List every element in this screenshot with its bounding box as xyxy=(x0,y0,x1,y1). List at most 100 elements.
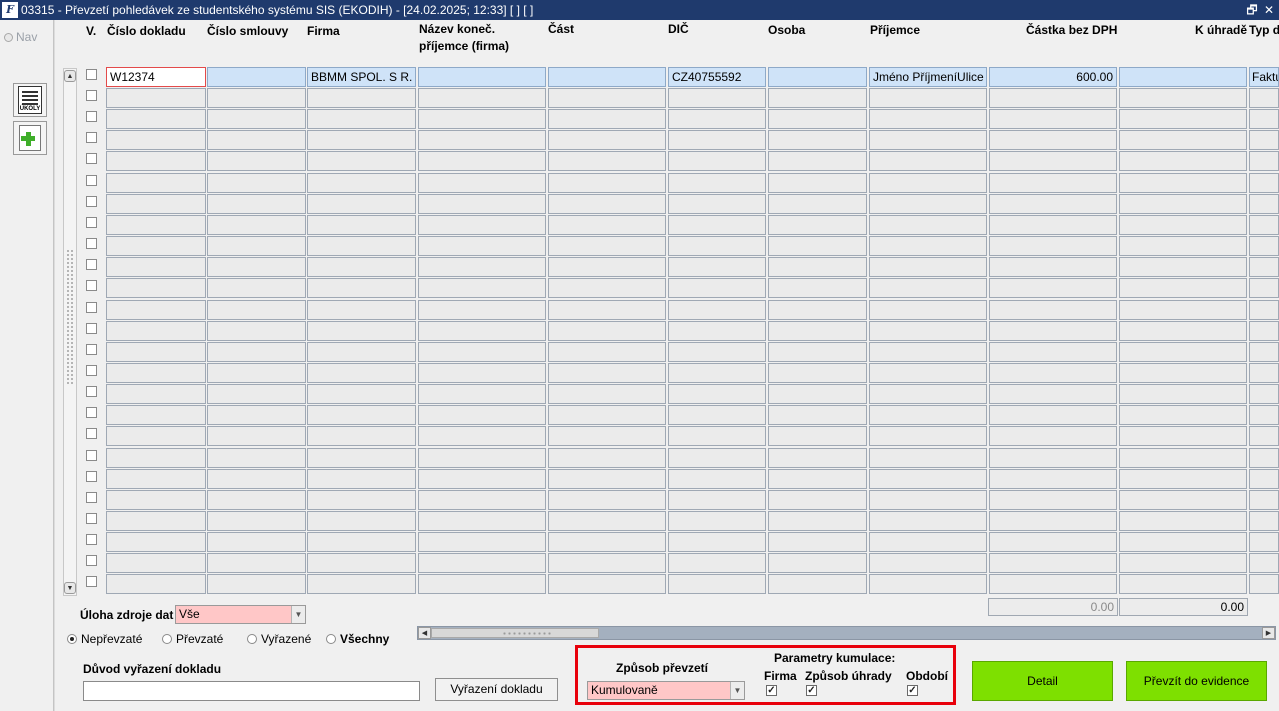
table-cell[interactable] xyxy=(106,384,206,405)
table-cell[interactable] xyxy=(768,489,867,510)
table-cell[interactable] xyxy=(106,214,206,235)
table-cell[interactable] xyxy=(989,489,1117,510)
table-cell[interactable] xyxy=(989,405,1117,426)
cell-prijemce[interactable]: Jméno PříjmeníUlice xyxy=(869,67,987,87)
table-cell[interactable] xyxy=(768,257,867,278)
table-cell[interactable] xyxy=(207,214,306,235)
uloha-select[interactable]: Vše ▼ xyxy=(175,605,306,624)
row-select-checkbox[interactable] xyxy=(86,111,97,123)
table-cell[interactable] xyxy=(548,109,666,130)
row-select-checkbox[interactable] xyxy=(86,513,97,524)
table-cell[interactable] xyxy=(869,130,987,151)
table-cell[interactable] xyxy=(307,109,416,130)
table-cell[interactable] xyxy=(106,341,206,362)
table-cell[interactable] xyxy=(1119,426,1247,447)
table-cell[interactable] xyxy=(548,341,666,362)
table-cell[interactable] xyxy=(307,341,416,362)
cell-cislo-smlouvy[interactable] xyxy=(207,67,306,87)
radio-prevzate[interactable]: Převzaté xyxy=(162,632,223,646)
scroll-down-icon[interactable]: ▼ xyxy=(64,582,76,594)
table-cell[interactable] xyxy=(418,574,546,595)
table-cell[interactable] xyxy=(768,193,867,214)
radio-vyrazene[interactable]: Vyřazené xyxy=(247,632,311,646)
table-cell[interactable] xyxy=(1119,299,1247,320)
table-cell[interactable] xyxy=(106,172,206,193)
grid-vertical-scrollbar[interactable]: ▲ ▼ xyxy=(63,68,77,596)
table-cell[interactable] xyxy=(768,172,867,193)
table-cell[interactable] xyxy=(869,278,987,299)
table-cell[interactable] xyxy=(1119,278,1247,299)
table-cell[interactable] xyxy=(1249,553,1279,574)
table-cell[interactable] xyxy=(989,447,1117,468)
table-cell[interactable] xyxy=(307,88,416,108)
table-cell[interactable] xyxy=(207,574,306,595)
table-cell[interactable] xyxy=(548,511,666,531)
row-select-checkbox[interactable] xyxy=(86,153,97,165)
cell-cast[interactable] xyxy=(548,67,666,87)
table-cell[interactable] xyxy=(207,151,306,172)
table-cell[interactable] xyxy=(1249,489,1279,510)
table-cell[interactable] xyxy=(207,426,306,447)
table-cell[interactable] xyxy=(869,151,987,172)
table-cell[interactable] xyxy=(548,278,666,299)
table-cell[interactable] xyxy=(548,130,666,151)
table-cell[interactable] xyxy=(768,236,867,257)
table-cell[interactable] xyxy=(668,405,766,426)
table-cell[interactable] xyxy=(548,299,666,320)
table-cell[interactable] xyxy=(207,193,306,214)
table-cell[interactable] xyxy=(668,88,766,108)
table-cell[interactable] xyxy=(768,320,867,341)
table-cell[interactable] xyxy=(768,130,867,151)
cell-firma[interactable]: BBMM SPOL. S R. O. xyxy=(307,67,416,87)
table-cell[interactable] xyxy=(1119,193,1247,214)
table-cell[interactable] xyxy=(207,172,306,193)
table-cell[interactable] xyxy=(989,320,1117,341)
table-cell[interactable] xyxy=(307,299,416,320)
table-cell[interactable] xyxy=(668,426,766,447)
table-cell[interactable] xyxy=(106,426,206,447)
table-cell[interactable] xyxy=(869,341,987,362)
table-cell[interactable] xyxy=(1119,214,1247,235)
table-cell[interactable] xyxy=(418,468,546,489)
table-cell[interactable] xyxy=(989,511,1117,531)
table-cell[interactable] xyxy=(548,362,666,383)
table-cell[interactable] xyxy=(989,193,1117,214)
table-cell[interactable] xyxy=(106,362,206,383)
table-cell[interactable] xyxy=(1119,553,1247,574)
table-cell[interactable] xyxy=(418,88,546,108)
table-cell[interactable] xyxy=(207,532,306,553)
row-select-checkbox[interactable] xyxy=(86,195,97,207)
table-cell[interactable] xyxy=(418,257,546,278)
table-cell[interactable] xyxy=(989,574,1117,595)
table-cell[interactable] xyxy=(989,553,1117,574)
table-cell[interactable] xyxy=(207,553,306,574)
row-select-checkbox[interactable] xyxy=(86,174,97,186)
table-cell[interactable] xyxy=(989,151,1117,172)
zpusob-select[interactable]: Kumulovaně ▼ xyxy=(587,681,745,700)
table-cell[interactable] xyxy=(869,236,987,257)
scroll-up-icon[interactable]: ▲ xyxy=(64,70,76,82)
table-cell[interactable] xyxy=(106,320,206,341)
table-cell[interactable] xyxy=(418,236,546,257)
table-cell[interactable] xyxy=(418,384,546,405)
table-cell[interactable] xyxy=(1119,468,1247,489)
table-cell[interactable] xyxy=(418,341,546,362)
table-cell[interactable] xyxy=(989,299,1117,320)
table-cell[interactable] xyxy=(668,130,766,151)
table-cell[interactable] xyxy=(668,299,766,320)
table-cell[interactable] xyxy=(207,384,306,405)
table-cell[interactable] xyxy=(207,257,306,278)
restore-window-icon[interactable]: 🗗 xyxy=(1245,2,1259,18)
table-cell[interactable] xyxy=(869,193,987,214)
table-cell[interactable] xyxy=(418,151,546,172)
table-cell[interactable] xyxy=(668,278,766,299)
table-cell[interactable] xyxy=(307,511,416,531)
table-cell[interactable] xyxy=(668,447,766,468)
row-select-checkbox[interactable] xyxy=(86,90,97,101)
table-cell[interactable] xyxy=(1249,426,1279,447)
table-cell[interactable] xyxy=(307,405,416,426)
table-cell[interactable] xyxy=(768,151,867,172)
table-cell[interactable] xyxy=(1119,151,1247,172)
table-cell[interactable] xyxy=(668,384,766,405)
table-cell[interactable] xyxy=(418,362,546,383)
